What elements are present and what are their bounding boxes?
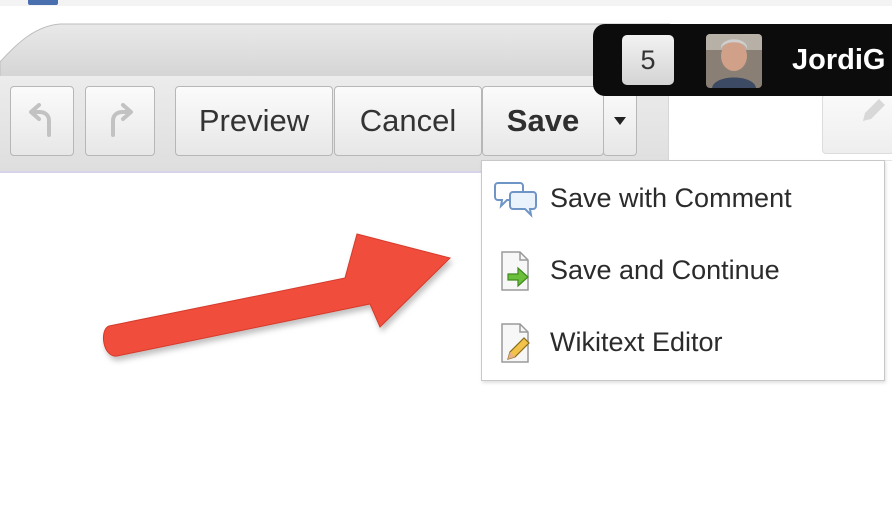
undo-icon: [29, 103, 51, 137]
menu-item-label: Save with Comment: [550, 183, 792, 213]
avatar[interactable]: [706, 34, 762, 88]
preview-button[interactable]: Preview: [175, 86, 333, 156]
red-arrow-icon: [102, 233, 451, 357]
cancel-button[interactable]: Cancel: [334, 86, 482, 156]
save-options-toggle[interactable]: [603, 86, 637, 156]
username[interactable]: JordiG: [792, 44, 885, 77]
save-button[interactable]: Save: [482, 86, 604, 156]
menu-item-save-and-continue[interactable]: Save and Continue: [482, 241, 886, 301]
menu-item-save-with-comment[interactable]: Save with Comment: [482, 169, 886, 229]
redo-button[interactable]: [85, 86, 155, 156]
undo-button[interactable]: [10, 86, 74, 156]
caret-down-icon: [614, 117, 626, 125]
comment-bubbles-icon: [494, 182, 537, 218]
menu-item-label: Wikitext Editor: [550, 327, 723, 357]
redo-icon: [111, 103, 133, 137]
browser-tab-stub: [28, 0, 58, 5]
notification-badge[interactable]: 5: [622, 35, 674, 85]
menu-item-label: Save and Continue: [550, 255, 780, 285]
avatar-photo: [706, 34, 762, 88]
menu-item-wikitext-editor[interactable]: Wikitext Editor: [482, 313, 886, 373]
document-pencil-icon: [501, 323, 530, 363]
browser-top-strip: [0, 0, 892, 6]
save-options-menu: Save with Comment Save and Continue Wiki…: [481, 160, 885, 381]
edit-button[interactable]: [822, 94, 892, 154]
document-arrow-icon: [501, 251, 529, 291]
editor-tab: [0, 23, 670, 82]
pencil-icon: [863, 99, 885, 121]
